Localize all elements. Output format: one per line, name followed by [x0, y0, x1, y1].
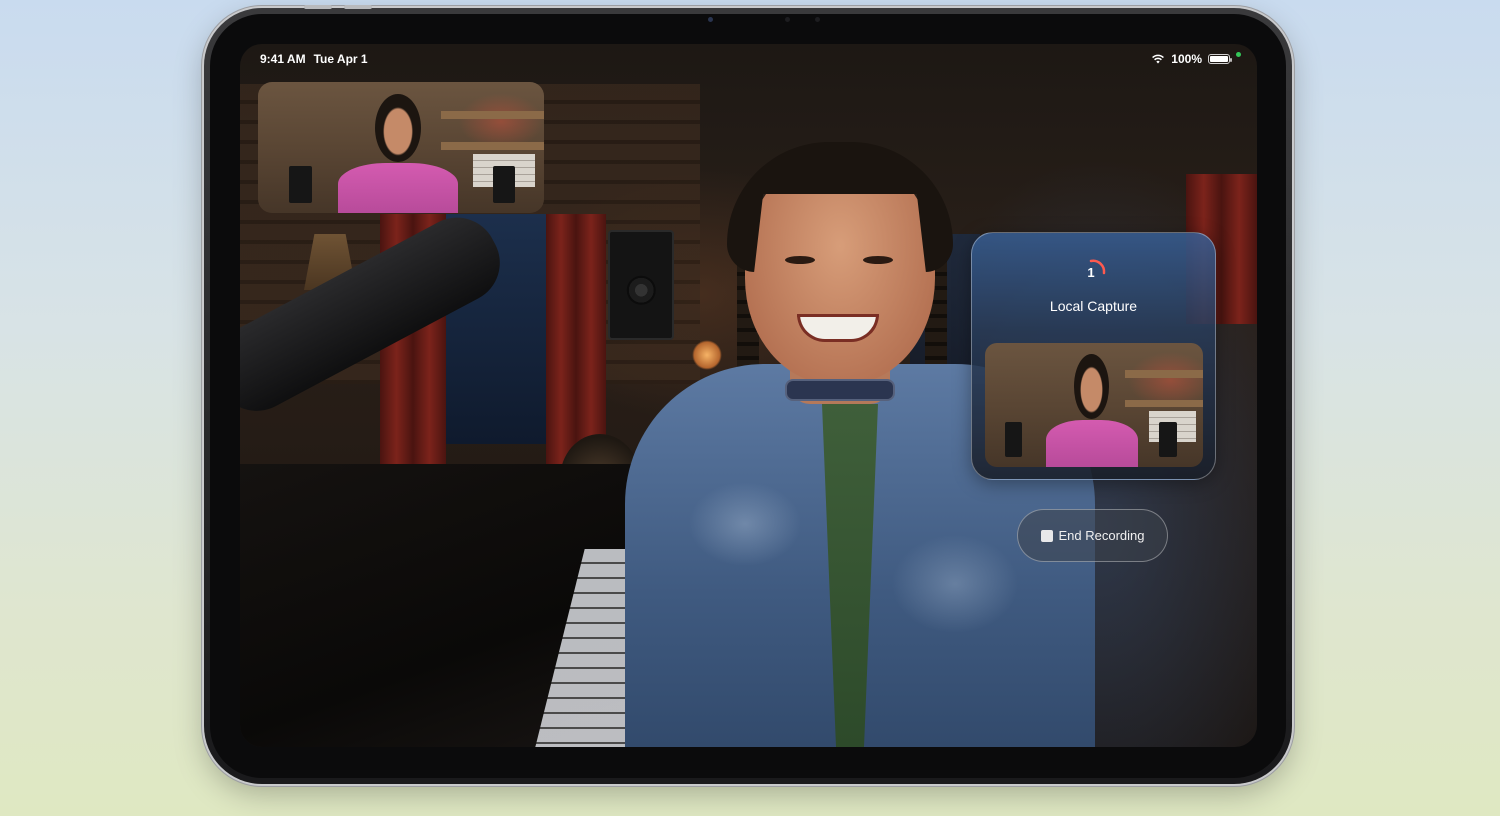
choker — [785, 379, 895, 401]
local-capture-preview — [985, 343, 1203, 467]
status-left: 9:41 AM Tue Apr 1 — [260, 52, 368, 66]
countdown-indicator: 1 — [1080, 257, 1110, 287]
pink-hoodie — [1046, 419, 1138, 467]
camera-in-use-indicator — [1236, 51, 1241, 57]
status-time: 9:41 AM — [260, 52, 306, 66]
pink-hoodie — [338, 163, 459, 213]
eye — [785, 256, 815, 264]
shelf — [441, 110, 544, 119]
wifi-icon — [1152, 54, 1165, 64]
sensor-dot — [815, 17, 820, 22]
stop-square-icon — [1040, 529, 1053, 542]
remote-participant-tile[interactable] — [258, 82, 544, 213]
battery-icon — [1208, 54, 1232, 64]
end-recording-button[interactable]: End Recording — [1017, 509, 1168, 562]
camera-lens — [708, 17, 713, 22]
shelf — [1124, 370, 1203, 378]
facetime-screen: 9:41 AM Tue Apr 1 100% 1 Local Capture E… — [240, 44, 1257, 747]
top-button — [304, 5, 332, 9]
speaker — [492, 165, 516, 203]
countdown-number: 1 — [1087, 265, 1095, 280]
speaker — [1004, 422, 1023, 458]
status-right: 100% — [1151, 51, 1241, 66]
shelf — [1124, 400, 1203, 408]
remote-participant-face — [1074, 354, 1110, 419]
local-capture-panel[interactable]: 1 Local Capture — [971, 232, 1216, 480]
top-button — [344, 5, 372, 9]
battery-level — [1210, 56, 1228, 62]
eye — [863, 256, 893, 264]
end-recording-label: End Recording — [1058, 528, 1145, 543]
local-capture-title: Local Capture — [1049, 298, 1138, 314]
remote-participant-face — [375, 93, 421, 162]
battery-percent: 100% — [1171, 52, 1202, 66]
status-date: Tue Apr 1 — [313, 52, 368, 66]
speaker — [289, 165, 313, 203]
front-camera — [650, 13, 830, 25]
sensor-dot — [785, 17, 790, 22]
speaker — [1159, 422, 1177, 458]
shelf — [441, 142, 544, 151]
status-bar: 9:41 AM Tue Apr 1 100% — [240, 44, 1257, 74]
